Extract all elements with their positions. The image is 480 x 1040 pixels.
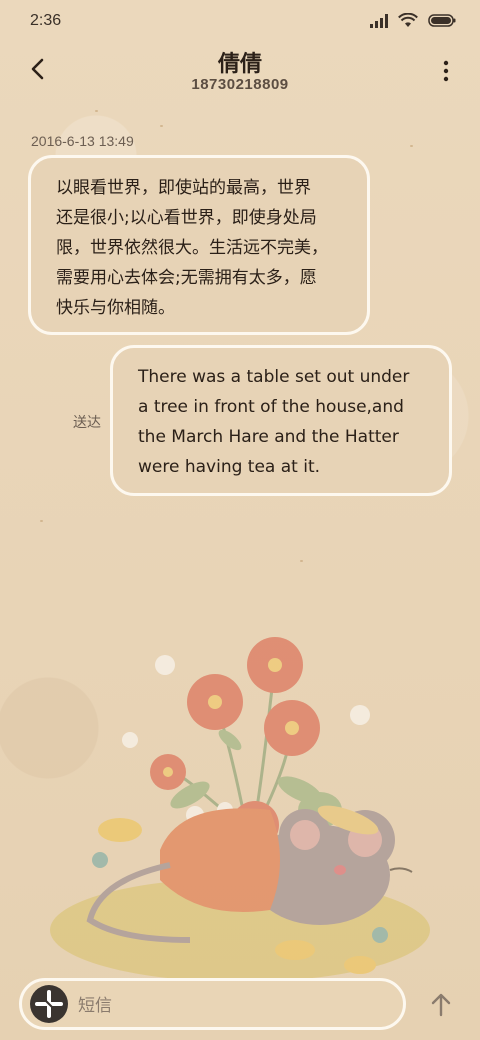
message-timestamp: 2016-6-13 13:49 — [31, 133, 134, 149]
message-line: the March Hare and the Hatter — [138, 427, 399, 447]
message-composer — [19, 978, 406, 1030]
status-time: 2:36 — [30, 12, 62, 29]
message-line: There was a table set out under — [138, 367, 410, 387]
message-line: were having tea at it. — [138, 457, 321, 477]
message-input[interactable] — [76, 991, 380, 1021]
message-line: 以眼看世界，即使站的最高，世界 — [56, 178, 311, 198]
delivery-status: 送达 — [73, 415, 101, 431]
signal-icon — [370, 13, 388, 28]
paper-speck — [300, 560, 303, 562]
paper-speck — [410, 145, 413, 147]
flower-mouse-illustration — [50, 637, 430, 980]
send-arrow-icon[interactable] — [424, 988, 458, 1022]
contact-phone: 18730218809 — [191, 76, 289, 93]
status-bar: 2:36 — [0, 0, 480, 40]
message-line: 限，世界依然很大。生活远不完美， — [56, 238, 328, 258]
outgoing-message-bubble[interactable]: There was a table set out under a tree i… — [110, 345, 452, 496]
paper-speck — [160, 125, 163, 127]
plus-icon — [35, 990, 63, 1018]
status-icons — [370, 13, 456, 28]
message-line: 还是很小;以心看世界，即使身处局 — [56, 208, 317, 228]
message-line: 快乐与你相随。 — [56, 298, 175, 318]
wifi-icon — [398, 13, 418, 27]
battery-icon — [428, 14, 456, 27]
paper-speck — [40, 520, 43, 522]
more-options-icon[interactable] — [438, 58, 454, 84]
message-line: 需要用心去体会;无需拥有太多，愿 — [56, 268, 317, 288]
paper-speck — [95, 110, 98, 112]
message-line: a tree in front of the house,and — [138, 397, 404, 417]
incoming-message-bubble[interactable]: 以眼看世界，即使站的最高，世界 还是很小;以心看世界，即使身处局 限，世界依然很… — [28, 155, 370, 335]
add-attachment-button[interactable] — [30, 985, 68, 1023]
conversation-header: 倩倩 18730218809 — [0, 40, 480, 110]
contact-name: 倩倩 — [217, 52, 262, 77]
